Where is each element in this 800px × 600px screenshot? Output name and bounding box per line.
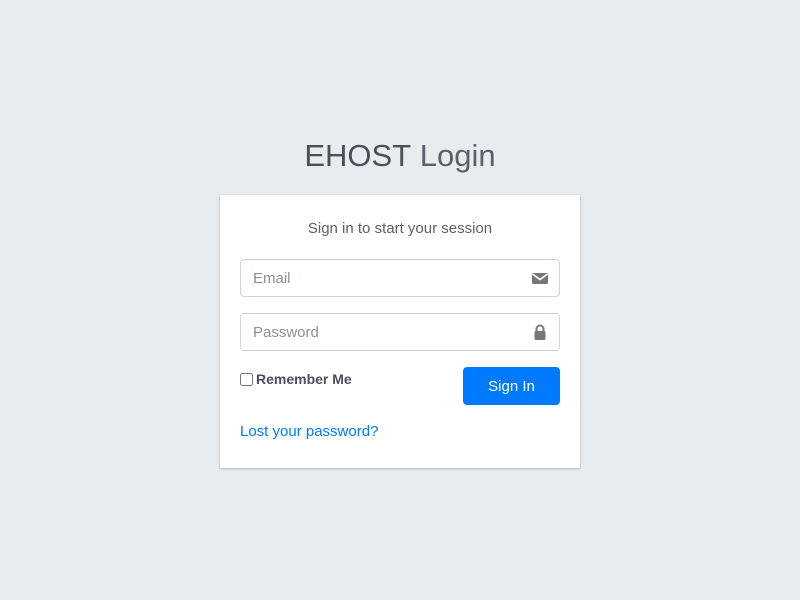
form-actions-row: Remember Me Sign In: [240, 367, 560, 405]
remember-me[interactable]: Remember Me: [240, 371, 352, 387]
remember-me-label: Remember Me: [256, 371, 352, 387]
lock-icon: [531, 324, 549, 340]
password-input[interactable]: [241, 314, 521, 350]
remember-me-checkbox[interactable]: [240, 372, 253, 386]
login-box-message: Sign in to start your session: [307, 220, 493, 237]
login-logo: EHOST Login: [0, 136, 800, 176]
brand-name: EHOST: [304, 138, 412, 173]
sign-in-button[interactable]: Sign In: [463, 367, 560, 405]
envelope-icon: [531, 270, 549, 286]
password-input-group: [240, 313, 560, 351]
login-card: Sign in to start your session Email Reme…: [220, 195, 580, 468]
email-input-group: [240, 259, 560, 297]
lost-password-link[interactable]: Lost your password?: [240, 423, 378, 440]
login-page: EHOST Login Sign in to start your sessio…: [0, 0, 800, 600]
email-input[interactable]: [241, 260, 521, 296]
brand-subtitle: Login: [419, 138, 496, 173]
